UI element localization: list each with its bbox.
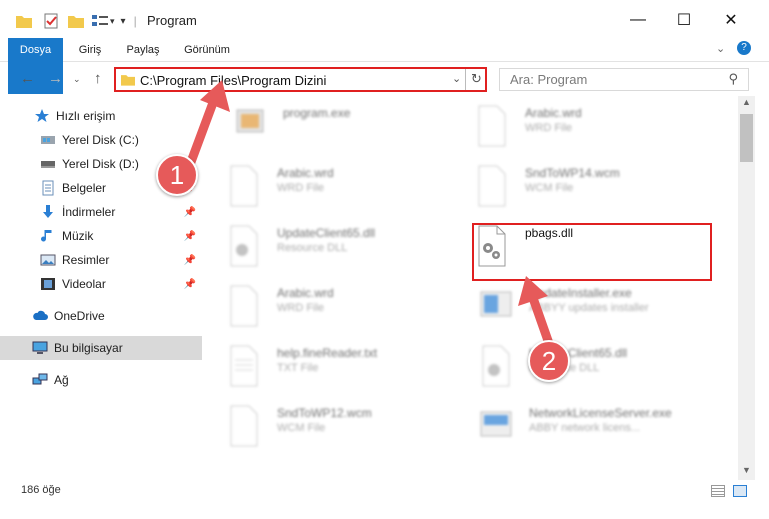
step-badge-1: 1 bbox=[156, 154, 198, 196]
annotation-arrows bbox=[183, 80, 557, 357]
step-badge-2: 2 bbox=[528, 340, 570, 382]
